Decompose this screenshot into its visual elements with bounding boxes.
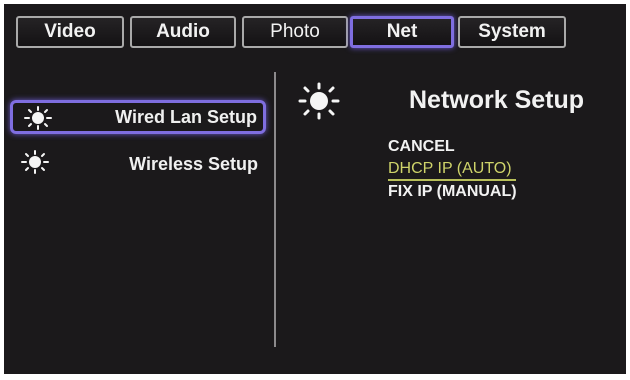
- sidebar-item-label: Wireless Setup: [129, 153, 258, 174]
- option-dhcp-ip-auto[interactable]: DHCP IP (AUTO): [388, 158, 516, 181]
- sidebar-item-label: Wired Lan Setup: [115, 106, 257, 127]
- tab-photo-label: Photo: [270, 21, 320, 42]
- sun-icon: [20, 150, 50, 174]
- osd-screen: Video Audio Photo Net System Wired Lan S…: [4, 4, 626, 374]
- option-cancel[interactable]: CANCEL: [388, 136, 517, 158]
- tab-system[interactable]: System: [458, 16, 566, 48]
- tab-audio-label: Audio: [156, 21, 210, 42]
- tab-system-label: System: [478, 21, 546, 42]
- sidebar-item-wireless-setup[interactable]: Wireless Setup: [10, 147, 266, 181]
- page-title: Network Setup: [409, 86, 585, 114]
- sun-icon: [23, 106, 53, 130]
- panel-divider: [274, 72, 276, 347]
- network-options-list: CANCEL DHCP IP (AUTO) FIX IP (MANUAL): [388, 136, 517, 203]
- tab-net[interactable]: Net: [350, 16, 454, 48]
- tab-video[interactable]: Video: [16, 16, 124, 48]
- tab-video-label: Video: [44, 21, 96, 42]
- option-fix-ip-manual[interactable]: FIX IP (MANUAL): [388, 181, 517, 203]
- tab-photo[interactable]: Photo: [242, 16, 348, 48]
- sidebar-item-wired-lan-setup[interactable]: Wired Lan Setup: [10, 100, 266, 134]
- sun-icon: [296, 82, 342, 120]
- tab-audio[interactable]: Audio: [130, 16, 236, 48]
- tab-net-label: Net: [386, 21, 418, 42]
